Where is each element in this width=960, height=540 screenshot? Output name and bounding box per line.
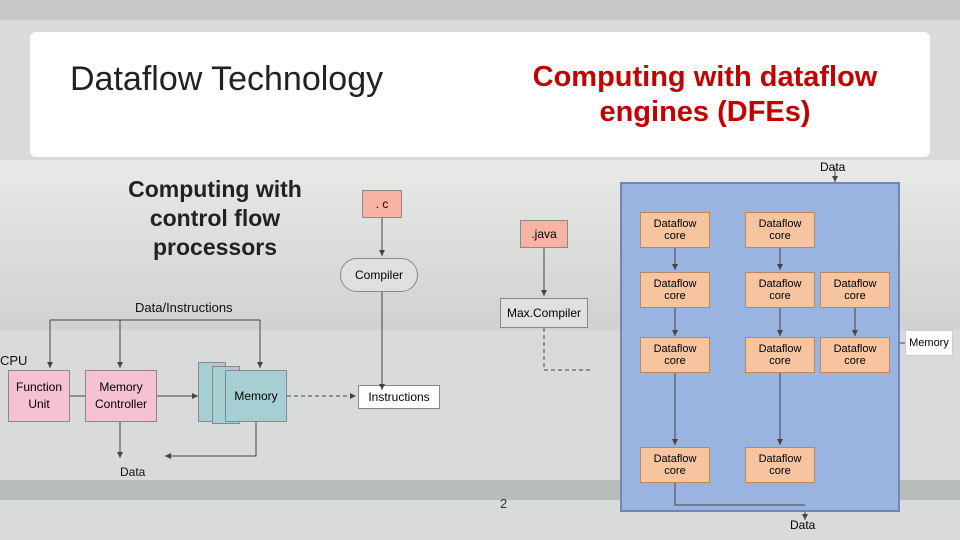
title-main: Dataflow Technology <box>70 60 383 99</box>
title-dfe-line1: Computing with dataflow <box>533 61 878 93</box>
dataflow-arrows <box>610 160 955 540</box>
compiler-arrows <box>350 170 590 510</box>
subtitle-control-flow: Computing with control flow processors <box>85 175 345 261</box>
sub-l3: processors <box>153 234 277 260</box>
title-dfe-line2: engines (DFEs) <box>599 96 810 128</box>
dataflow-diagram: Data DataflowcoreDataflowcoreDataflowcor… <box>610 160 955 540</box>
sub-l2: control flow <box>150 205 280 231</box>
slide: Dataflow Technology Computing with dataf… <box>0 0 960 540</box>
compiler-column: . c .java Compiler Max.Compiler <box>350 170 590 510</box>
sub-l1: Computing with <box>128 176 302 202</box>
page-number: 2 <box>500 496 507 511</box>
header-band: Dataflow Technology Computing with dataf… <box>30 32 930 157</box>
title-dfe: Computing with dataflow engines (DFEs) <box>520 60 890 130</box>
